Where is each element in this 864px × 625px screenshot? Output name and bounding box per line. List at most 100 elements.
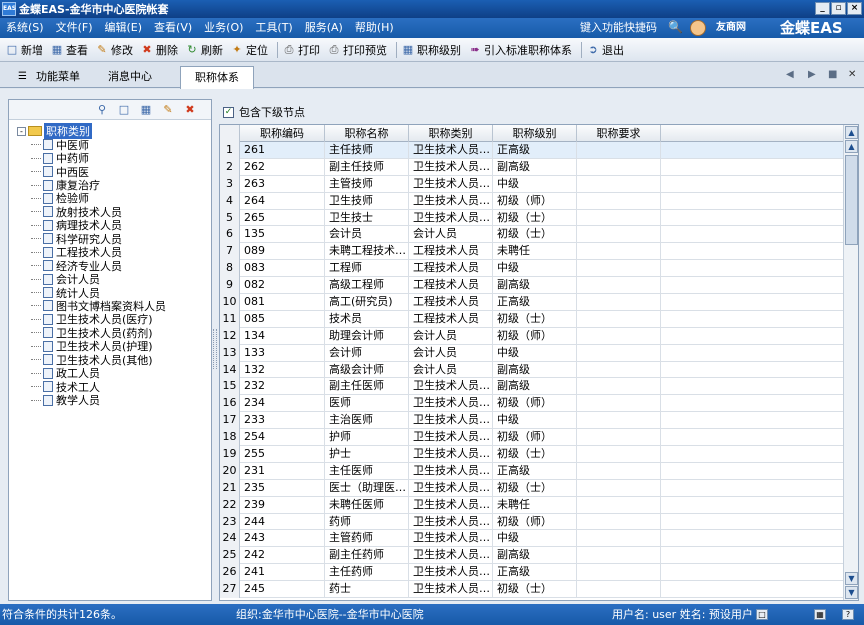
print-button[interactable]: ⎙ 打印: [281, 39, 326, 61]
table-row[interactable]: 17 233 主治医师 卫生技术人员(... 中级: [220, 412, 844, 430]
tree-item[interactable]: 康复治疗: [31, 178, 166, 192]
table-row[interactable]: 12 134 助理会计师 会计人员 初级（师）: [220, 327, 844, 345]
include-children-toggle[interactable]: ✓ 包含下级节点: [223, 104, 305, 120]
scroll-thumb[interactable]: [845, 155, 858, 245]
menu-service[interactable]: 服务(A): [299, 18, 349, 38]
tree-item[interactable]: 教学人员: [31, 393, 166, 407]
tree-search-icon[interactable]: ⚲: [95, 103, 109, 117]
tree-item[interactable]: 中药师: [31, 151, 166, 165]
refresh-button[interactable]: ↻ 刷新: [184, 39, 229, 61]
tab-list-icon[interactable]: ■: [828, 69, 837, 80]
cell-category: 卫生技术人员(...: [409, 158, 493, 176]
view-button[interactable]: ▦ 查看: [49, 39, 94, 61]
table-row[interactable]: 18 254 护师 卫生技术人员(... 初级（师）: [220, 429, 844, 447]
kingdee-net-link[interactable]: 友商网: [716, 19, 746, 37]
table-row[interactable]: 15 232 副主任医师 卫生技术人员(... 副高级: [220, 378, 844, 396]
table-row[interactable]: 26 241 主任药师 卫生技术人员(... 正高级: [220, 564, 844, 582]
table-row[interactable]: 20 231 主任医师 卫生技术人员(... 正高级: [220, 462, 844, 480]
column-header-name[interactable]: 职称名称: [325, 125, 409, 142]
tree-new-icon[interactable]: □: [117, 103, 131, 117]
tab-next-icon[interactable]: ▶: [808, 69, 816, 80]
tree-view-icon[interactable]: ▦: [139, 103, 153, 117]
table-row[interactable]: 8 083 工程师 工程技术人员 中级: [220, 260, 844, 278]
minimize-button[interactable]: _: [815, 2, 830, 15]
row-number: 25: [220, 547, 240, 565]
quick-code-input[interactable]: 键入功能快捷码: [580, 18, 657, 38]
table-row[interactable]: 1 261 主任技师 卫生技术人员(... 正高级: [220, 142, 844, 159]
tab-close-icon[interactable]: ✕: [848, 69, 856, 80]
menu-tools[interactable]: 工具(T): [249, 18, 298, 38]
tree-root[interactable]: - 职称类别: [17, 123, 166, 139]
table-row[interactable]: 14 132 高级会计师 会计人员 副高级: [220, 361, 844, 379]
menu-system[interactable]: 系统(S): [0, 18, 50, 38]
menu-help[interactable]: 帮助(H): [349, 18, 400, 38]
grid-vertical-scrollbar[interactable]: ▲ ▲ ▼ ▼: [843, 125, 858, 600]
table-row[interactable]: 22 239 未聘任医师 卫生技术人员(... 未聘任: [220, 496, 844, 514]
edit-button[interactable]: ✎ 修改: [94, 39, 139, 61]
table-row[interactable]: 4 264 卫生技师 卫生技术人员(... 初级（师）: [220, 192, 844, 210]
menu-edit[interactable]: 编辑(E): [99, 18, 149, 38]
include-children-checkbox[interactable]: ✓: [223, 106, 234, 118]
tree-item[interactable]: 中医师: [31, 138, 166, 152]
title-level-button[interactable]: ▦ 职称级别: [400, 39, 467, 61]
cell-requirement: [577, 142, 661, 159]
collapse-icon[interactable]: -: [17, 126, 26, 136]
column-header-category[interactable]: 职称类别: [409, 125, 493, 142]
tree-edit-icon[interactable]: ✎: [161, 103, 175, 117]
table-row[interactable]: 16 234 医师 卫生技术人员(... 初级（师）: [220, 395, 844, 413]
tree-connector: [31, 292, 41, 294]
table-row[interactable]: 7 089 未聘工程技术人... 工程技术人员 未聘任: [220, 243, 844, 261]
table-row[interactable]: 27 245 药士 卫生技术人员(... 初级（士）: [220, 581, 844, 599]
table-row[interactable]: 9 082 高级工程师 工程技术人员 副高级: [220, 277, 844, 295]
column-header-level[interactable]: 职称级别: [493, 125, 577, 142]
tab-message-center[interactable]: 消息中心: [100, 66, 160, 88]
scroll-bottom-icon[interactable]: ▼: [845, 586, 858, 599]
table-row[interactable]: 3 263 主管技师 卫生技术人员(... 中级: [220, 175, 844, 193]
menu-business[interactable]: 业务(O): [198, 18, 249, 38]
status-help-icon[interactable]: ?: [842, 609, 854, 620]
menu-view[interactable]: 查看(V): [148, 18, 198, 38]
scroll-up-icon[interactable]: ▲: [845, 140, 858, 153]
table-row[interactable]: 2 262 副主任技师 卫生技术人员(... 副高级: [220, 158, 844, 176]
import-standard-button[interactable]: ➠ 引入标准职称体系: [467, 39, 578, 61]
menu-file[interactable]: 文件(F): [50, 18, 99, 38]
table-row[interactable]: 13 133 会计师 会计人员 中级: [220, 344, 844, 362]
tab-prev-icon[interactable]: ◀: [786, 69, 794, 80]
table-row[interactable]: 23 244 药师 卫生技术人员(... 初级（师）: [220, 513, 844, 531]
table-row[interactable]: 21 235 医士（助理医师... 卫生技术人员(... 初级（士）: [220, 479, 844, 497]
exit-button[interactable]: ➲ 退出: [585, 39, 630, 61]
scroll-down-icon[interactable]: ▼: [845, 572, 858, 585]
user-avatar-icon[interactable]: [690, 20, 706, 36]
locate-button[interactable]: ✦ 定位: [229, 39, 274, 61]
panel-splitter[interactable]: [213, 329, 217, 369]
column-header-code[interactable]: 职称编码: [240, 125, 325, 142]
table-row[interactable]: 5 265 卫生技士 卫生技术人员(... 初级（士）: [220, 209, 844, 227]
table-row[interactable]: 11 085 技术员 工程技术人员 初级（士）: [220, 310, 844, 328]
cell-requirement: [577, 547, 661, 565]
close-button[interactable]: ×: [847, 2, 862, 15]
table-row[interactable]: 19 255 护士 卫生技术人员(... 初级（士）: [220, 446, 844, 463]
print-preview-button[interactable]: ⎙ 打印预览: [326, 39, 393, 61]
cell-level: 初级（士）: [493, 209, 577, 227]
tree-delete-icon[interactable]: ✖: [183, 103, 197, 117]
row-number: 13: [220, 344, 240, 362]
import-icon: ➠: [470, 42, 480, 56]
delete-button[interactable]: ✖ 删除: [139, 39, 184, 61]
table-row[interactable]: 10 081 高工(研究员) 工程技术人员 正高级: [220, 294, 844, 311]
row-number: 27: [220, 581, 240, 599]
new-button[interactable]: □ 新增: [4, 39, 49, 61]
search-icon[interactable]: 🔍: [668, 20, 683, 34]
status-window-icon[interactable]: □: [756, 609, 768, 620]
restore-button[interactable]: ▫: [831, 2, 846, 15]
row-number: 22: [220, 496, 240, 514]
status-grid-icon[interactable]: ▦: [814, 609, 826, 620]
cell-name: 会计员: [325, 226, 409, 244]
scroll-top-icon[interactable]: ▲: [845, 126, 858, 139]
column-header-requirement[interactable]: 职称要求: [577, 125, 661, 142]
table-row[interactable]: 6 135 会计员 会计人员 初级（士）: [220, 226, 844, 244]
tab-title-system[interactable]: 职称体系: [180, 66, 254, 89]
cell-requirement: [577, 243, 661, 261]
table-row[interactable]: 25 242 副主任药师 卫生技术人员(... 副高级: [220, 547, 844, 565]
tab-function-menu[interactable]: ☰ 功能菜单: [10, 66, 88, 88]
table-row[interactable]: 24 243 主管药师 卫生技术人员(... 中级: [220, 530, 844, 548]
